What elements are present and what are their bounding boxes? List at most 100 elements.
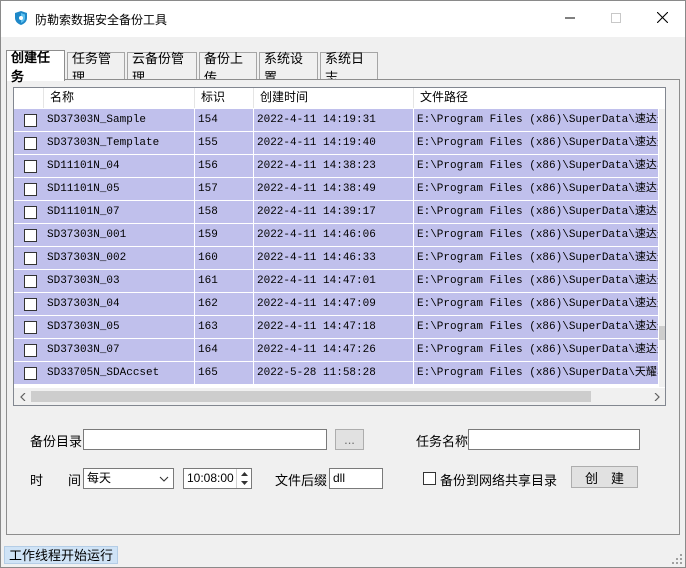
cell-name: SD11101N_05 — [44, 178, 195, 201]
header-name[interactable]: 名称 — [44, 88, 195, 108]
cell-id: 161 — [195, 270, 254, 293]
status-bar: 工作线程开始运行 — [1, 544, 685, 567]
create-button[interactable]: 创 建 — [571, 466, 638, 488]
cell-name: SD33705N_SDAccset — [44, 362, 195, 385]
table-row[interactable]: SD37303N_03 161 2022-4-11 14:47:01 E:\Progr… — [14, 270, 659, 293]
cell-file-path: E:\Program Files (x86)\SuperData\速达天耀 — [414, 132, 659, 155]
task-name-label: 任务名称 — [416, 434, 469, 449]
minimize-button[interactable] — [547, 1, 593, 37]
app-window: 防勒索数据安全备份工具 创建任务 任务管理 云备份管理 备份上传 系统设置 系统… — [0, 0, 686, 568]
cell-id: 157 — [195, 178, 254, 201]
minimize-icon — [565, 12, 575, 26]
spin-down-icon[interactable] — [237, 478, 251, 487]
horizontal-scrollbar[interactable] — [14, 388, 665, 405]
horizontal-scroll-thumb[interactable] — [31, 391, 591, 402]
cell-name: SD37303N_05 — [44, 316, 195, 339]
status-text: 工作线程开始运行 — [4, 546, 119, 564]
network-share-checkbox[interactable] — [423, 472, 436, 485]
table-row[interactable]: SD11101N_07 158 2022-4-11 14:39:17 E:\Progr… — [14, 201, 659, 224]
cell-created-time: 2022-4-11 14:38:23 — [254, 155, 414, 178]
header-checkbox-column — [14, 88, 44, 108]
row-checkbox[interactable] — [24, 114, 37, 127]
row-checkbox[interactable] — [24, 183, 37, 196]
row-checkbox[interactable] — [24, 275, 37, 288]
row-checkbox[interactable] — [24, 298, 37, 311]
row-checkbox[interactable] — [24, 367, 37, 380]
tab-task-management[interactable]: 任务管理 — [67, 51, 125, 85]
spin-up-icon[interactable] — [237, 469, 251, 478]
table-row[interactable]: SD37303N_07 164 2022-4-11 14:47:26 E:\Progr… — [14, 339, 659, 362]
row-checkbox[interactable] — [24, 344, 37, 357]
backup-dir-input[interactable] — [83, 429, 327, 450]
header-file-path[interactable]: 文件路径 — [414, 88, 665, 108]
maximize-button[interactable] — [593, 1, 639, 37]
time-spinner[interactable] — [236, 469, 251, 488]
list-header: 名称 标识 创建时间 文件路径 — [14, 88, 665, 108]
cell-file-path: E:\Program Files (x86)\SuperData\速达天耀 — [414, 339, 659, 362]
cell-file-path: E:\Program Files (x86)\SuperData\速达天耀 — [414, 293, 659, 316]
chevron-down-icon — [158, 472, 170, 486]
cell-name: SD37303N_001 — [44, 224, 195, 247]
cell-file-path: E:\Program Files (x86)\SuperData\速达天耀 — [414, 224, 659, 247]
scroll-left-button[interactable] — [14, 388, 31, 405]
cell-id: 163 — [195, 316, 254, 339]
table-row[interactable]: SD37303N_002 160 2022-4-11 14:46:33 E:\Prog… — [14, 247, 659, 270]
cell-id: 155 — [195, 132, 254, 155]
cell-created-time: 2022-4-11 14:47:18 — [254, 316, 414, 339]
table-row[interactable]: SD37303N_001 159 2022-4-11 14:46:06 E:\Prog… — [14, 224, 659, 247]
cell-file-path: E:\Program Files (x86)\SuperData\天耀3000 — [414, 362, 659, 385]
tab-strip: 创建任务 任务管理 云备份管理 备份上传 系统设置 系统日志 — [6, 50, 682, 85]
frequency-select[interactable]: 每天 — [83, 468, 174, 489]
row-checkbox[interactable] — [24, 160, 37, 173]
list-body: SD37303N_Sample 154 2022-4-11 14:19:31 E:\P… — [14, 109, 659, 387]
header-id[interactable]: 标识 — [195, 88, 254, 108]
task-list[interactable]: 名称 标识 创建时间 文件路径 SD37303N_Sample 154 2022-4… — [13, 87, 666, 406]
tab-system-log[interactable]: 系统日志 — [320, 51, 378, 85]
cell-created-time: 2022-4-11 14:39:17 — [254, 201, 414, 224]
time-picker[interactable]: 10:08:00 — [183, 468, 252, 489]
cell-created-time: 2022-4-11 14:47:01 — [254, 270, 414, 293]
create-task-panel: 名称 标识 创建时间 文件路径 SD37303N_Sample 154 2022-4… — [6, 79, 680, 535]
table-row[interactable]: SD11101N_04 156 2022-4-11 14:38:23 E:\Progr… — [14, 155, 659, 178]
tab-create-task[interactable]: 创建任务 — [6, 50, 65, 84]
cell-name: SD37303N_03 — [44, 270, 195, 293]
browse-button[interactable]: ... — [335, 429, 364, 450]
row-checkbox[interactable] — [24, 321, 37, 334]
cell-created-time: 2022-4-11 14:46:33 — [254, 247, 414, 270]
row-checkbox[interactable] — [24, 137, 37, 150]
table-row[interactable]: SD37303N_05 163 2022-4-11 14:47:18 E:\Progr… — [14, 316, 659, 339]
tab-cloud-backup-management[interactable]: 云备份管理 — [127, 51, 197, 85]
table-row[interactable]: SD37303N_Template 155 2022-4-11 14:19:40 E:… — [14, 132, 659, 155]
vertical-scroll-thumb[interactable] — [659, 326, 665, 340]
cell-file-path: E:\Program Files (x86)\SuperData\速达天耀 — [414, 270, 659, 293]
chevron-left-icon — [19, 390, 26, 404]
row-checkbox[interactable] — [24, 229, 37, 242]
cell-id: 158 — [195, 201, 254, 224]
header-created-time[interactable]: 创建时间 — [254, 88, 414, 108]
cell-created-time: 2022-4-11 14:19:31 — [254, 109, 414, 132]
row-checkbox[interactable] — [24, 252, 37, 265]
cell-file-path: E:\Program Files (x86)\SuperData\速达天耀 — [414, 316, 659, 339]
vertical-scrollbar[interactable] — [659, 109, 665, 387]
cell-file-path: E:\Program Files (x86)\SuperData\速达3000 — [414, 155, 659, 178]
tab-backup-upload[interactable]: 备份上传 — [199, 51, 257, 85]
resize-grip-icon[interactable] — [671, 553, 683, 565]
cell-id: 154 — [195, 109, 254, 132]
close-button[interactable] — [639, 1, 685, 37]
cell-name: SD37303N_002 — [44, 247, 195, 270]
tab-system-settings[interactable]: 系统设置 — [259, 51, 318, 85]
close-icon — [656, 11, 668, 26]
task-name-input[interactable] — [468, 429, 640, 450]
table-row[interactable]: SD11101N_05 157 2022-4-11 14:38:49 E:\Progr… — [14, 178, 659, 201]
row-checkbox[interactable] — [24, 206, 37, 219]
cell-id: 162 — [195, 293, 254, 316]
cell-name: SD37303N_Sample — [44, 109, 195, 132]
file-suffix-input[interactable]: dll — [329, 468, 383, 489]
cell-file-path: E:\Program Files (x86)\SuperData\速达天耀 — [414, 109, 659, 132]
table-row[interactable]: SD33705N_SDAccset 165 2022-5-28 11:58:28 E:… — [14, 362, 659, 385]
scroll-right-button[interactable] — [648, 388, 665, 405]
cell-created-time: 2022-4-11 14:38:49 — [254, 178, 414, 201]
chevron-right-icon — [654, 390, 660, 404]
table-row[interactable]: SD37303N_04 162 2022-4-11 14:47:09 E:\Progr… — [14, 293, 659, 316]
table-row[interactable]: SD37303N_Sample 154 2022-4-11 14:19:31 E:\P… — [14, 109, 659, 132]
